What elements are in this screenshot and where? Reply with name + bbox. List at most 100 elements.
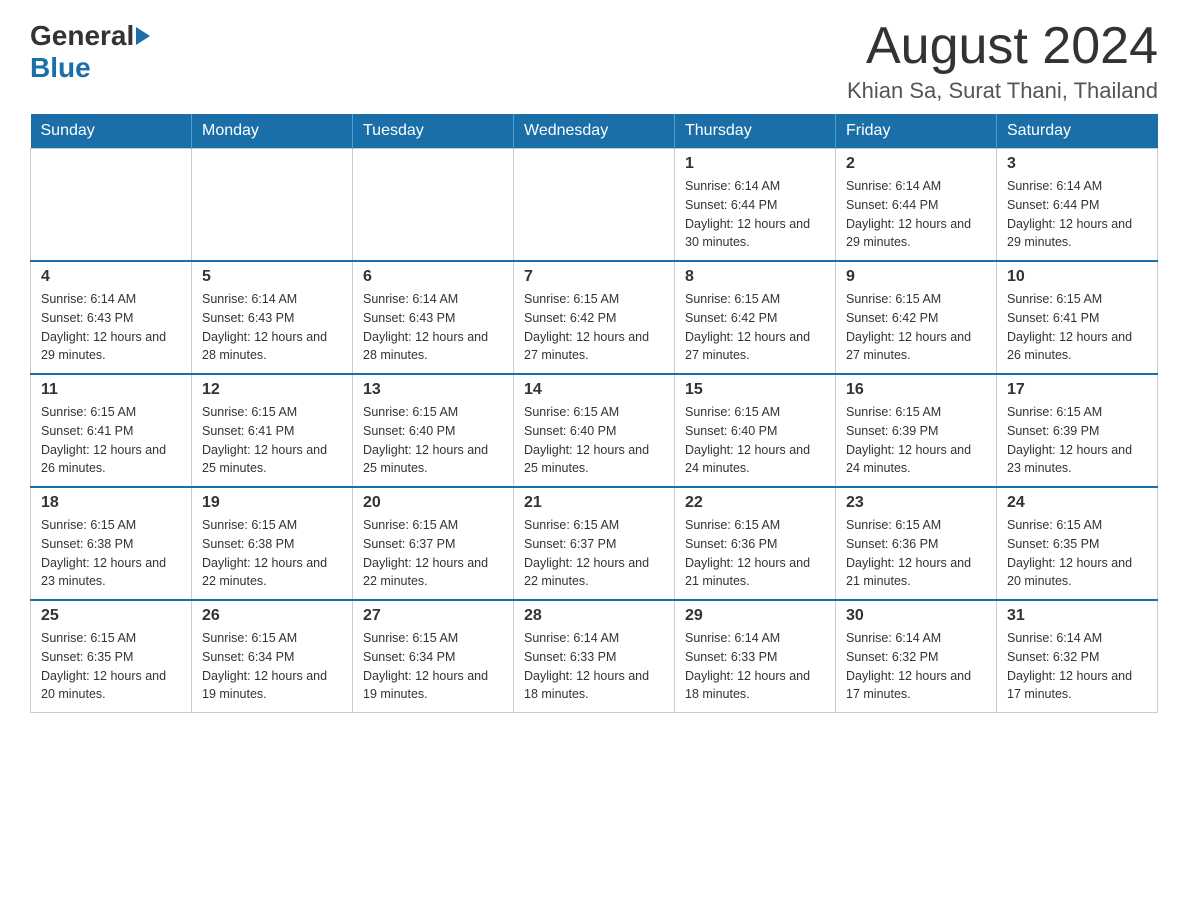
calendar-header-row: SundayMondayTuesdayWednesdayThursdayFrid… (31, 114, 1158, 149)
day-number: 28 (524, 607, 664, 625)
calendar-cell: 17Sunrise: 6:15 AMSunset: 6:39 PMDayligh… (997, 374, 1158, 487)
calendar-header-friday: Friday (836, 114, 997, 149)
calendar-cell: 7 Sunrise: 6:15 AMSunset: 6:42 PMDaylight… (514, 261, 675, 374)
calendar-cell: 25 Sunrise: 6:15 AMSunset: 6:35 PMDayligh… (31, 600, 192, 713)
calendar-cell: 8 Sunrise: 6:15 AMSunset: 6:42 PMDaylight… (675, 261, 836, 374)
calendar-header-sunday: Sunday (31, 114, 192, 149)
day-info: Sunrise: 6:15 AMSunset: 6:40 PMDaylight:… (685, 403, 825, 478)
calendar-table: SundayMondayTuesdayWednesdayThursdayFrid… (30, 114, 1158, 713)
calendar-cell: 24 Sunrise: 6:15 AMSunset: 6:35 PMDayligh… (997, 487, 1158, 600)
day-info: Sunrise: 6:15 AMSunset: 6:38 PMDaylight:… (202, 516, 342, 591)
day-number: 20 (363, 494, 503, 512)
day-number: 24 (1007, 494, 1147, 512)
calendar-cell (192, 149, 353, 262)
day-info: Sunrise: 6:15 AMSunset: 6:42 PMDaylight:… (524, 290, 664, 365)
day-number: 17 (1007, 381, 1147, 399)
day-info: Sunrise: 6:15 AMSunset: 6:41 PMDaylight:… (41, 403, 181, 478)
calendar-cell: 9 Sunrise: 6:15 AMSunset: 6:42 PMDaylight… (836, 261, 997, 374)
day-number: 11 (41, 381, 181, 399)
calendar-header-wednesday: Wednesday (514, 114, 675, 149)
day-info: Sunrise: 6:15 AMSunset: 6:42 PMDaylight:… (685, 290, 825, 365)
logo-arrow-icon (136, 27, 150, 45)
calendar-cell: 11 Sunrise: 6:15 AMSunset: 6:41 PMDayligh… (31, 374, 192, 487)
calendar-cell: 31Sunrise: 6:14 AMSunset: 6:32 PMDayligh… (997, 600, 1158, 713)
day-number: 18 (41, 494, 181, 512)
calendar-cell: 23 Sunrise: 6:15 AMSunset: 6:36 PMDayligh… (836, 487, 997, 600)
day-info: Sunrise: 6:15 AMSunset: 6:36 PMDaylight:… (846, 516, 986, 591)
calendar-cell: 27 Sunrise: 6:15 AMSunset: 6:34 PMDayligh… (353, 600, 514, 713)
calendar-week-row: 18 Sunrise: 6:15 AMSunset: 6:38 PMDayligh… (31, 487, 1158, 600)
day-info: Sunrise: 6:15 AMSunset: 6:36 PMDaylight:… (685, 516, 825, 591)
day-info: Sunrise: 6:14 AMSunset: 6:32 PMDaylight:… (1007, 629, 1147, 704)
calendar-cell: 12Sunrise: 6:15 AMSunset: 6:41 PMDayligh… (192, 374, 353, 487)
day-number: 8 (685, 268, 825, 286)
day-number: 29 (685, 607, 825, 625)
day-info: Sunrise: 6:14 AMSunset: 6:32 PMDaylight:… (846, 629, 986, 704)
calendar-cell: 21 Sunrise: 6:15 AMSunset: 6:37 PMDayligh… (514, 487, 675, 600)
day-info: Sunrise: 6:15 AMSunset: 6:37 PMDaylight:… (524, 516, 664, 591)
day-info: Sunrise: 6:15 AMSunset: 6:42 PMDaylight:… (846, 290, 986, 365)
calendar-cell: 1Sunrise: 6:14 AMSunset: 6:44 PMDaylight… (675, 149, 836, 262)
calendar-cell: 19 Sunrise: 6:15 AMSunset: 6:38 PMDayligh… (192, 487, 353, 600)
day-info: Sunrise: 6:15 AMSunset: 6:38 PMDaylight:… (41, 516, 181, 591)
day-info: Sunrise: 6:14 AMSunset: 6:43 PMDaylight:… (202, 290, 342, 365)
day-info: Sunrise: 6:15 AMSunset: 6:40 PMDaylight:… (524, 403, 664, 478)
calendar-cell: 10 Sunrise: 6:15 AMSunset: 6:41 PMDayligh… (997, 261, 1158, 374)
logo: General Blue (30, 20, 150, 84)
day-number: 27 (363, 607, 503, 625)
day-number: 16 (846, 381, 986, 399)
calendar-cell: 28 Sunrise: 6:14 AMSunset: 6:33 PMDayligh… (514, 600, 675, 713)
day-number: 13 (363, 381, 503, 399)
day-info: Sunrise: 6:15 AMSunset: 6:35 PMDaylight:… (1007, 516, 1147, 591)
day-number: 23 (846, 494, 986, 512)
calendar-cell: 13 Sunrise: 6:15 AMSunset: 6:40 PMDayligh… (353, 374, 514, 487)
calendar-cell: 16 Sunrise: 6:15 AMSunset: 6:39 PMDayligh… (836, 374, 997, 487)
day-info: Sunrise: 6:15 AMSunset: 6:41 PMDaylight:… (1007, 290, 1147, 365)
day-info: Sunrise: 6:15 AMSunset: 6:41 PMDaylight:… (202, 403, 342, 478)
day-info: Sunrise: 6:15 AMSunset: 6:40 PMDaylight:… (363, 403, 503, 478)
day-info: Sunrise: 6:14 AMSunset: 6:44 PMDaylight:… (685, 177, 825, 252)
day-number: 5 (202, 268, 342, 286)
calendar-cell: 30 Sunrise: 6:14 AMSunset: 6:32 PMDayligh… (836, 600, 997, 713)
day-number: 30 (846, 607, 986, 625)
day-number: 15 (685, 381, 825, 399)
page-header: General Blue August 2024 Khian Sa, Surat… (30, 20, 1158, 104)
day-info: Sunrise: 6:14 AMSunset: 6:43 PMDaylight:… (41, 290, 181, 365)
day-info: Sunrise: 6:15 AMSunset: 6:39 PMDaylight:… (846, 403, 986, 478)
calendar-cell: 5 Sunrise: 6:14 AMSunset: 6:43 PMDaylight… (192, 261, 353, 374)
calendar-cell: 3 Sunrise: 6:14 AMSunset: 6:44 PMDaylight… (997, 149, 1158, 262)
day-info: Sunrise: 6:14 AMSunset: 6:44 PMDaylight:… (846, 177, 986, 252)
calendar-week-row: 25 Sunrise: 6:15 AMSunset: 6:35 PMDayligh… (31, 600, 1158, 713)
day-number: 9 (846, 268, 986, 286)
logo-blue-text: Blue (30, 52, 91, 84)
calendar-cell: 29 Sunrise: 6:14 AMSunset: 6:33 PMDayligh… (675, 600, 836, 713)
calendar-header-saturday: Saturday (997, 114, 1158, 149)
calendar-cell: 6Sunrise: 6:14 AMSunset: 6:43 PMDaylight… (353, 261, 514, 374)
day-number: 19 (202, 494, 342, 512)
calendar-week-row: 4 Sunrise: 6:14 AMSunset: 6:43 PMDaylight… (31, 261, 1158, 374)
day-info: Sunrise: 6:15 AMSunset: 6:34 PMDaylight:… (202, 629, 342, 704)
day-number: 21 (524, 494, 664, 512)
day-info: Sunrise: 6:14 AMSunset: 6:33 PMDaylight:… (524, 629, 664, 704)
calendar-cell: 2Sunrise: 6:14 AMSunset: 6:44 PMDaylight… (836, 149, 997, 262)
day-number: 10 (1007, 268, 1147, 286)
day-number: 22 (685, 494, 825, 512)
calendar-week-row: 1Sunrise: 6:14 AMSunset: 6:44 PMDaylight… (31, 149, 1158, 262)
calendar-cell: 14Sunrise: 6:15 AMSunset: 6:40 PMDayligh… (514, 374, 675, 487)
day-info: Sunrise: 6:15 AMSunset: 6:35 PMDaylight:… (41, 629, 181, 704)
calendar-header-monday: Monday (192, 114, 353, 149)
day-info: Sunrise: 6:14 AMSunset: 6:33 PMDaylight:… (685, 629, 825, 704)
day-number: 25 (41, 607, 181, 625)
day-info: Sunrise: 6:15 AMSunset: 6:34 PMDaylight:… (363, 629, 503, 704)
calendar-header-tuesday: Tuesday (353, 114, 514, 149)
calendar-cell (353, 149, 514, 262)
month-title: August 2024 (847, 20, 1158, 72)
logo-general-text: General (30, 20, 134, 52)
day-number: 7 (524, 268, 664, 286)
day-number: 3 (1007, 155, 1147, 173)
calendar-cell: 18 Sunrise: 6:15 AMSunset: 6:38 PMDayligh… (31, 487, 192, 600)
calendar-cell: 15 Sunrise: 6:15 AMSunset: 6:40 PMDayligh… (675, 374, 836, 487)
day-info: Sunrise: 6:14 AMSunset: 6:44 PMDaylight:… (1007, 177, 1147, 252)
day-number: 26 (202, 607, 342, 625)
day-number: 4 (41, 268, 181, 286)
